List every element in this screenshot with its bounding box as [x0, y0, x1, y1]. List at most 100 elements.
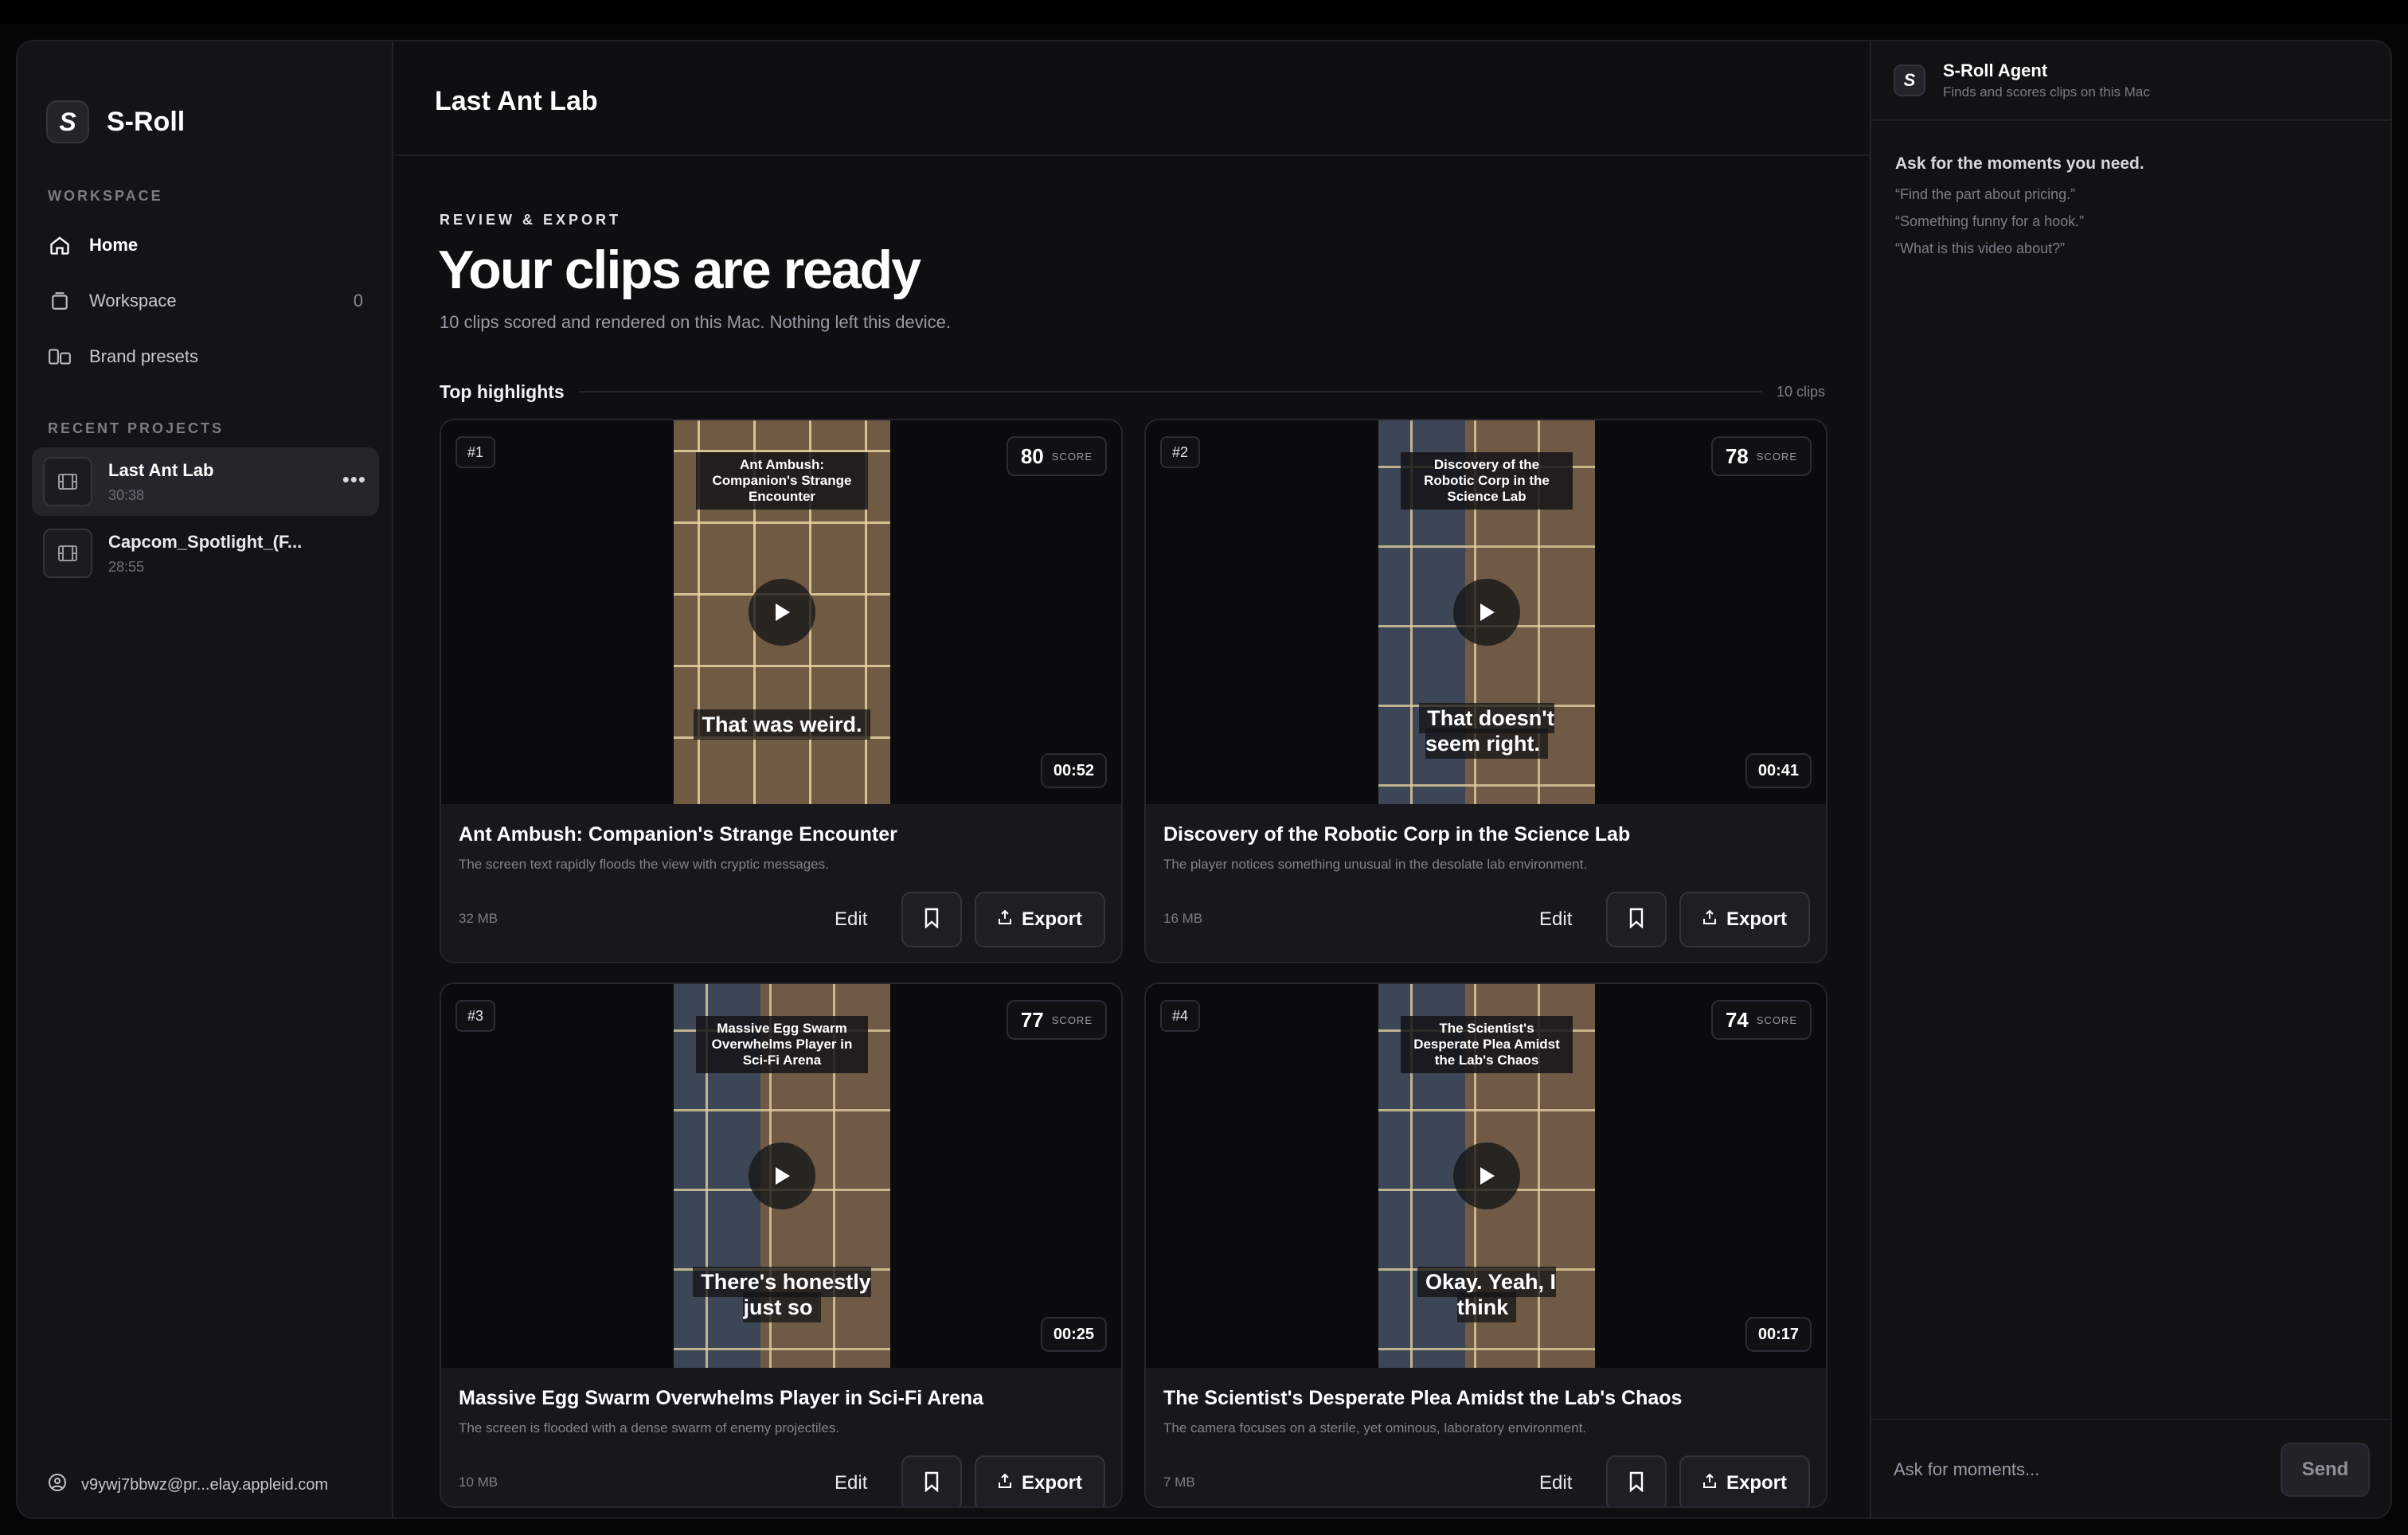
- agent-header: S S-Roll Agent Finds and scores clips on…: [1871, 41, 2390, 121]
- clip-size: 32 MB: [459, 911, 498, 926]
- more-options-icon[interactable]: •••: [342, 469, 366, 490]
- workspace-count: 0: [353, 291, 363, 311]
- clip-card[interactable]: Massive Egg Swarm Overwhelms Player in S…: [440, 982, 1123, 1508]
- presets-icon: [48, 345, 72, 369]
- thumbnail-title: The Scientist's Desperate Plea Amidst th…: [1401, 1016, 1573, 1073]
- app-name: S-Roll: [107, 106, 186, 137]
- score-badge: 77 SCORE: [1006, 1000, 1107, 1040]
- edit-button[interactable]: Edit: [823, 1465, 878, 1502]
- sidebar: S S-Roll WORKSPACE Home Workspace 0 Bran…: [18, 41, 393, 1517]
- export-button[interactable]: Export: [1679, 1455, 1810, 1506]
- agent-logo: S: [1894, 64, 1925, 96]
- agent-example[interactable]: “What is this video about?”: [1895, 240, 2065, 257]
- clip-title: Massive Egg Swarm Overwhelms Player in S…: [459, 1387, 984, 1409]
- clip-thumbnail: Ant Ambush: Companion's Strange Encounte…: [674, 420, 890, 804]
- clip-preview[interactable]: Ant Ambush: Companion's Strange Encounte…: [441, 420, 1121, 804]
- export-button[interactable]: Export: [975, 1455, 1105, 1506]
- sidebar-item-label: Workspace: [89, 291, 177, 311]
- clip-description: The player notices something unusual in …: [1163, 857, 1588, 872]
- clip-title: Ant Ambush: Companion's Strange Encounte…: [459, 823, 897, 846]
- clip-preview[interactable]: Massive Egg Swarm Overwhelms Player in S…: [441, 984, 1121, 1368]
- sidebar-item-label: Brand presets: [89, 346, 198, 366]
- thumbnail-caption: Okay. Yeah, I think: [1391, 1267, 1582, 1322]
- send-button[interactable]: Send: [2281, 1443, 2370, 1497]
- clip-card[interactable]: Discovery of the Robotic Corp in the Sci…: [1144, 419, 1828, 963]
- agent-example[interactable]: “Something funny for a hook.”: [1895, 213, 2084, 230]
- export-icon: [1702, 908, 1717, 931]
- edit-button[interactable]: Edit: [823, 901, 878, 938]
- agent-input[interactable]: [1894, 1451, 2268, 1489]
- bookmark-button[interactable]: [901, 1455, 962, 1506]
- project-title: Capcom_Spotlight_(F...: [108, 531, 303, 552]
- play-icon[interactable]: [749, 1142, 815, 1209]
- agent-panel: S S-Roll Agent Finds and scores clips on…: [1871, 41, 2390, 1517]
- duration-badge: 00:17: [1745, 1317, 1812, 1352]
- main-header: Last Ant Lab: [393, 41, 1870, 156]
- edit-button[interactable]: Edit: [1528, 1465, 1583, 1502]
- menu-bar: [0, 0, 2408, 24]
- bookmark-button[interactable]: [1606, 1455, 1667, 1506]
- headline: Your clips are ready: [438, 240, 921, 300]
- clip-title: Discovery of the Robotic Corp in the Sci…: [1163, 823, 1631, 846]
- score-badge: 78 SCORE: [1710, 436, 1812, 476]
- clip-card[interactable]: The Scientist's Desperate Plea Amidst th…: [1144, 982, 1828, 1508]
- agent-prompt: Ask for the moments you need.: [1895, 154, 2144, 173]
- agent-example[interactable]: “Find the part about pricing.”: [1895, 186, 2075, 203]
- clip-size: 7 MB: [1163, 1474, 1195, 1490]
- clip-size: 16 MB: [1163, 911, 1203, 926]
- thumbnail-title: Ant Ambush: Companion's Strange Encounte…: [696, 452, 868, 510]
- export-button[interactable]: Export: [975, 892, 1105, 947]
- thumbnail-title: Massive Egg Swarm Overwhelms Player in S…: [696, 1016, 868, 1073]
- score-badge: 80 SCORE: [1006, 436, 1107, 476]
- export-button[interactable]: Export: [1679, 892, 1810, 947]
- bookmark-button[interactable]: [1606, 892, 1667, 947]
- edit-button[interactable]: Edit: [1528, 901, 1583, 938]
- project-title: Last Ant Lab: [108, 459, 214, 480]
- project-item-last-ant-lab[interactable]: Last Ant Lab 30:38 •••: [32, 447, 379, 516]
- sidebar-item-label: Home: [89, 235, 139, 255]
- clip-count: 10 clips: [1776, 383, 1825, 400]
- clip-preview[interactable]: The Scientist's Desperate Plea Amidst th…: [1146, 984, 1826, 1368]
- play-icon[interactable]: [749, 579, 815, 646]
- account-menu[interactable]: v9ywj7bbwz@pr...elay.appleid.com: [48, 1473, 328, 1497]
- rank-badge: #3: [455, 1000, 495, 1032]
- duration-badge: 00:41: [1745, 753, 1812, 788]
- play-icon[interactable]: [1453, 1142, 1520, 1209]
- clip-card[interactable]: Ant Ambush: Companion's Strange Encounte…: [440, 419, 1123, 963]
- highlights-header: Top highlights 10 clips: [440, 379, 1825, 404]
- clip-thumbnail: The Scientist's Desperate Plea Amidst th…: [1378, 984, 1595, 1368]
- sidebar-item-brand-presets[interactable]: Brand presets: [48, 334, 379, 379]
- brand[interactable]: S S-Roll: [46, 100, 185, 143]
- agent-name: S-Roll Agent: [1943, 61, 2048, 80]
- thumbnail-caption: That doesn't seem right.: [1391, 703, 1582, 759]
- agent-composer: Send: [1871, 1419, 2390, 1517]
- clip-description: The screen is flooded with a dense swarm…: [459, 1420, 840, 1435]
- divider: [578, 391, 1762, 393]
- clip-thumbnail: Discovery of the Robotic Corp in the Sci…: [1378, 420, 1595, 804]
- clip-title: The Scientist's Desperate Plea Amidst th…: [1163, 1387, 1683, 1409]
- bookmark-button[interactable]: [901, 892, 962, 947]
- account-email: v9ywj7bbwz@pr...elay.appleid.com: [81, 1475, 329, 1494]
- play-icon[interactable]: [1453, 579, 1520, 646]
- thumbnail-caption: That was weird.: [686, 709, 878, 740]
- clip-size: 10 MB: [459, 1474, 498, 1490]
- duration-badge: 00:25: [1040, 1317, 1107, 1352]
- user-icon: [48, 1473, 67, 1497]
- project-duration: 28:55: [108, 558, 145, 575]
- project-item-capcom-spotlight[interactable]: Capcom_Spotlight_(F... 28:55: [32, 519, 379, 588]
- export-icon: [998, 1472, 1012, 1494]
- workspace-section-label: WORKSPACE: [48, 188, 163, 204]
- clip-thumbnail: Massive Egg Swarm Overwhelms Player in S…: [674, 984, 890, 1368]
- film-icon: [43, 529, 92, 578]
- rank-badge: #1: [455, 436, 495, 468]
- agent-subtitle: Finds and scores clips on this Mac: [1943, 84, 2150, 100]
- subline: 10 clips scored and rendered on this Mac…: [440, 312, 952, 332]
- clip-description: The camera focuses on a sterile, yet omi…: [1163, 1420, 1587, 1435]
- sidebar-item-workspace[interactable]: Workspace 0: [48, 279, 379, 323]
- clip-preview[interactable]: Discovery of the Robotic Corp in the Sci…: [1146, 420, 1826, 804]
- score-badge: 74 SCORE: [1710, 1000, 1812, 1040]
- main-content: Last Ant Lab REVIEW & EXPORT Your clips …: [393, 41, 1871, 1517]
- sidebar-item-home[interactable]: Home: [48, 223, 379, 268]
- kicker: REVIEW & EXPORT: [440, 212, 622, 228]
- home-icon: [48, 233, 72, 257]
